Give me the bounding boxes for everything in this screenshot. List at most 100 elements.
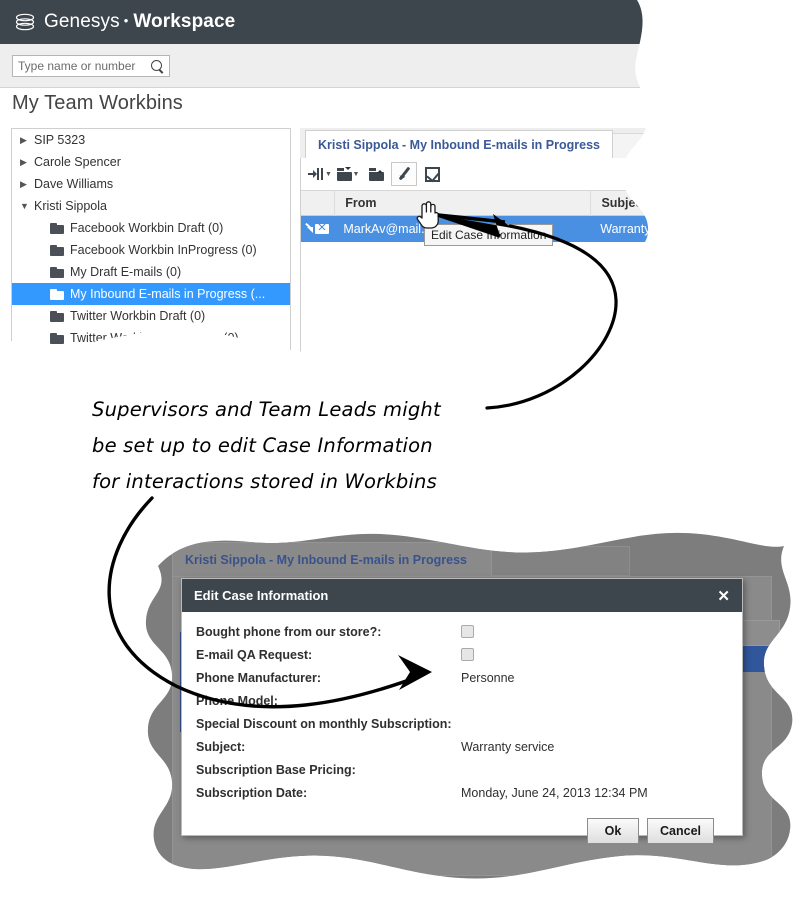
field-label: E-mail QA Request: [196, 647, 313, 662]
edit-case-information-button[interactable] [391, 162, 417, 186]
dialog-body: Bought phone from our store?: E-mail QA R… [182, 612, 742, 844]
bottom-screenshot-fragment: Kristi Sippola - My Inbound E-mails in P… [140, 520, 800, 898]
tree-item[interactable]: My Inbound E-mails in Progress (... [12, 283, 290, 305]
pencil-icon [397, 167, 412, 182]
tree-item-label: Facebook Workbin Draft (0) [70, 221, 224, 235]
team-workbins-tree[interactable]: SIP 5323 Carole Spencer Dave Williams Krist… [11, 128, 291, 365]
field-value[interactable]: Monday, June 24, 2013 12:34 PM [461, 786, 728, 800]
interactions-grid-header: From Subject [301, 190, 699, 216]
chevron-down-icon[interactable]: ▼ [325, 171, 332, 178]
hand-cursor [416, 200, 439, 229]
field-value[interactable]: Warranty service [461, 740, 728, 754]
column-header-from[interactable]: From [334, 190, 590, 216]
mark-done-button[interactable] [419, 162, 445, 186]
row-subject: Warranty service [600, 222, 694, 236]
column-header-icon[interactable] [301, 190, 334, 216]
move-to-workbin-button[interactable]: ▼ [335, 162, 361, 186]
tree-item[interactable]: Facebook Workbin Draft (0) [12, 217, 290, 239]
case-information-field: Subject: Warranty service [196, 735, 728, 758]
tree-item[interactable]: Twitter Workbin Draft (0) [12, 305, 290, 327]
edit-case-information-dialog: Edit Case Information ✕ Bought phone fro… [181, 578, 743, 836]
tree-item[interactable]: Facebook Workbin InProgress (0) [12, 239, 290, 261]
case-information-field: Phone Manufacturer: Personne [196, 666, 728, 689]
search-input[interactable]: Type name or number [12, 55, 170, 77]
ok-button[interactable]: Ok [587, 818, 639, 844]
tree-item[interactable]: My Draft E-mails (0) [12, 261, 290, 283]
dialog-title: Edit Case Information [194, 588, 329, 603]
dialog-actions: Ok Cancel [196, 804, 728, 844]
field-label: Subscription Base Pricing: [196, 762, 356, 777]
brand-name: Genesys [44, 11, 120, 32]
field-checkbox[interactable] [461, 648, 474, 661]
folder-up-icon [369, 168, 384, 181]
tree-item-label: Twitter Workbin Draft (0) [70, 309, 206, 323]
field-label: Phone Manufacturer: [196, 670, 322, 685]
case-information-field: E-mail QA Request: [196, 643, 728, 666]
tree-item-label: SIP 5323 [34, 133, 86, 147]
tree-item-label: Kristi Sippola [34, 199, 107, 213]
app-name: Workspace [133, 11, 236, 32]
tree-item[interactable]: SIP 5323 [12, 129, 290, 151]
field-label: Bought phone from our store?: [196, 624, 382, 639]
field-value[interactable]: Personne [461, 671, 728, 685]
move-out-of-workbin-button[interactable] [363, 162, 389, 186]
chevron-down-icon[interactable] [20, 202, 34, 211]
field-checkbox[interactable] [461, 625, 474, 638]
chevron-right-icon[interactable] [20, 158, 34, 167]
genesys-logo-icon [14, 11, 36, 33]
chevron-right-icon[interactable] [20, 136, 34, 145]
close-icon[interactable]: ✕ [717, 587, 730, 605]
annotation-line-2: be set up to edit Case Information [92, 434, 433, 457]
cancel-button[interactable]: Cancel [647, 818, 714, 844]
dialog-title-bar: Edit Case Information ✕ [182, 579, 742, 612]
workbin-tab-row: Kristi Sippola - My Inbound E-mails in P… [300, 128, 700, 158]
folder-icon [50, 289, 64, 300]
inbound-arrow-icon [305, 225, 313, 233]
tree-item-label: Carole Spencer [34, 155, 121, 169]
tree-item-label: Facebook Workbin InProgress (0) [70, 243, 257, 257]
tooltip-edit-case-information: Edit Case Information [424, 224, 554, 246]
tree-item-label: Dave Williams [34, 177, 114, 191]
workbin-body: ▼ ▼ From Subject MarkAv@mail.com Warrant… [300, 158, 700, 365]
column-header-subject[interactable]: Subject [590, 190, 699, 216]
field-label: Phone Model: [196, 693, 278, 708]
dimmed-workbin-tab: Kristi Sippola - My Inbound E-mails in P… [172, 542, 492, 576]
case-information-field: Bought phone from our store?: [196, 620, 728, 643]
folder-icon [50, 311, 64, 322]
chevron-right-icon[interactable] [20, 180, 34, 189]
annotation-line-3: for interactions stored in Workbins [92, 470, 437, 493]
case-information-field: Special Discount on monthly Subscription… [196, 712, 728, 735]
workbin-tab-label: Kristi Sippola - My Inbound E-mails in P… [318, 137, 600, 152]
search-icon[interactable] [151, 60, 162, 71]
top-screenshot-fragment: Genesys • Workspace Type name or number My… [0, 0, 700, 365]
search-strip: Type name or number [0, 44, 700, 88]
folder-icon [50, 333, 64, 344]
tree-item[interactable]: Kristi Sippola [12, 195, 290, 217]
dimmed-tab-label: Kristi Sippola - My Inbound E-mails in P… [185, 552, 467, 567]
app-title: Genesys • Workspace [44, 11, 235, 33]
row-type-icons [301, 224, 333, 234]
field-label: Subject: [196, 739, 246, 754]
dimmed-tab-secondary [490, 546, 630, 576]
tree-item-label: Twitter Workbin InProgress (0) [70, 331, 239, 345]
field-label: Subscription Date: [196, 785, 308, 800]
tree-item[interactable]: Dave Williams [12, 173, 290, 195]
tree-item[interactable]: Carole Spencer [12, 151, 290, 173]
folder-down-icon [337, 168, 352, 181]
chevron-down-icon[interactable]: ▼ [353, 171, 360, 178]
move-to-queue-button[interactable]: ▼ [307, 162, 333, 186]
tree-item-label: My Inbound E-mails in Progress (... [70, 287, 266, 301]
search-placeholder: Type name or number [18, 58, 136, 73]
case-information-field: Phone Model: [196, 689, 728, 712]
annotation-text: Supervisors and Team Leads might be set … [92, 392, 492, 500]
app-header-bar: Genesys • Workspace [0, 0, 700, 44]
tree-item[interactable]: Twitter Workbin InProgress (0) [12, 327, 290, 349]
field-label: Special Discount on monthly Subscription… [196, 716, 452, 731]
page-title: My Team Workbins [12, 92, 183, 114]
screenshot-root: Genesys • Workspace Type name or number My… [0, 0, 800, 898]
title-separator: • [123, 13, 129, 28]
folder-icon [50, 223, 64, 234]
case-information-field: Subscription Base Pricing: [196, 758, 728, 781]
workbin-toolbar: ▼ ▼ [301, 158, 699, 190]
workbin-tab-active[interactable]: Kristi Sippola - My Inbound E-mails in P… [305, 130, 613, 158]
